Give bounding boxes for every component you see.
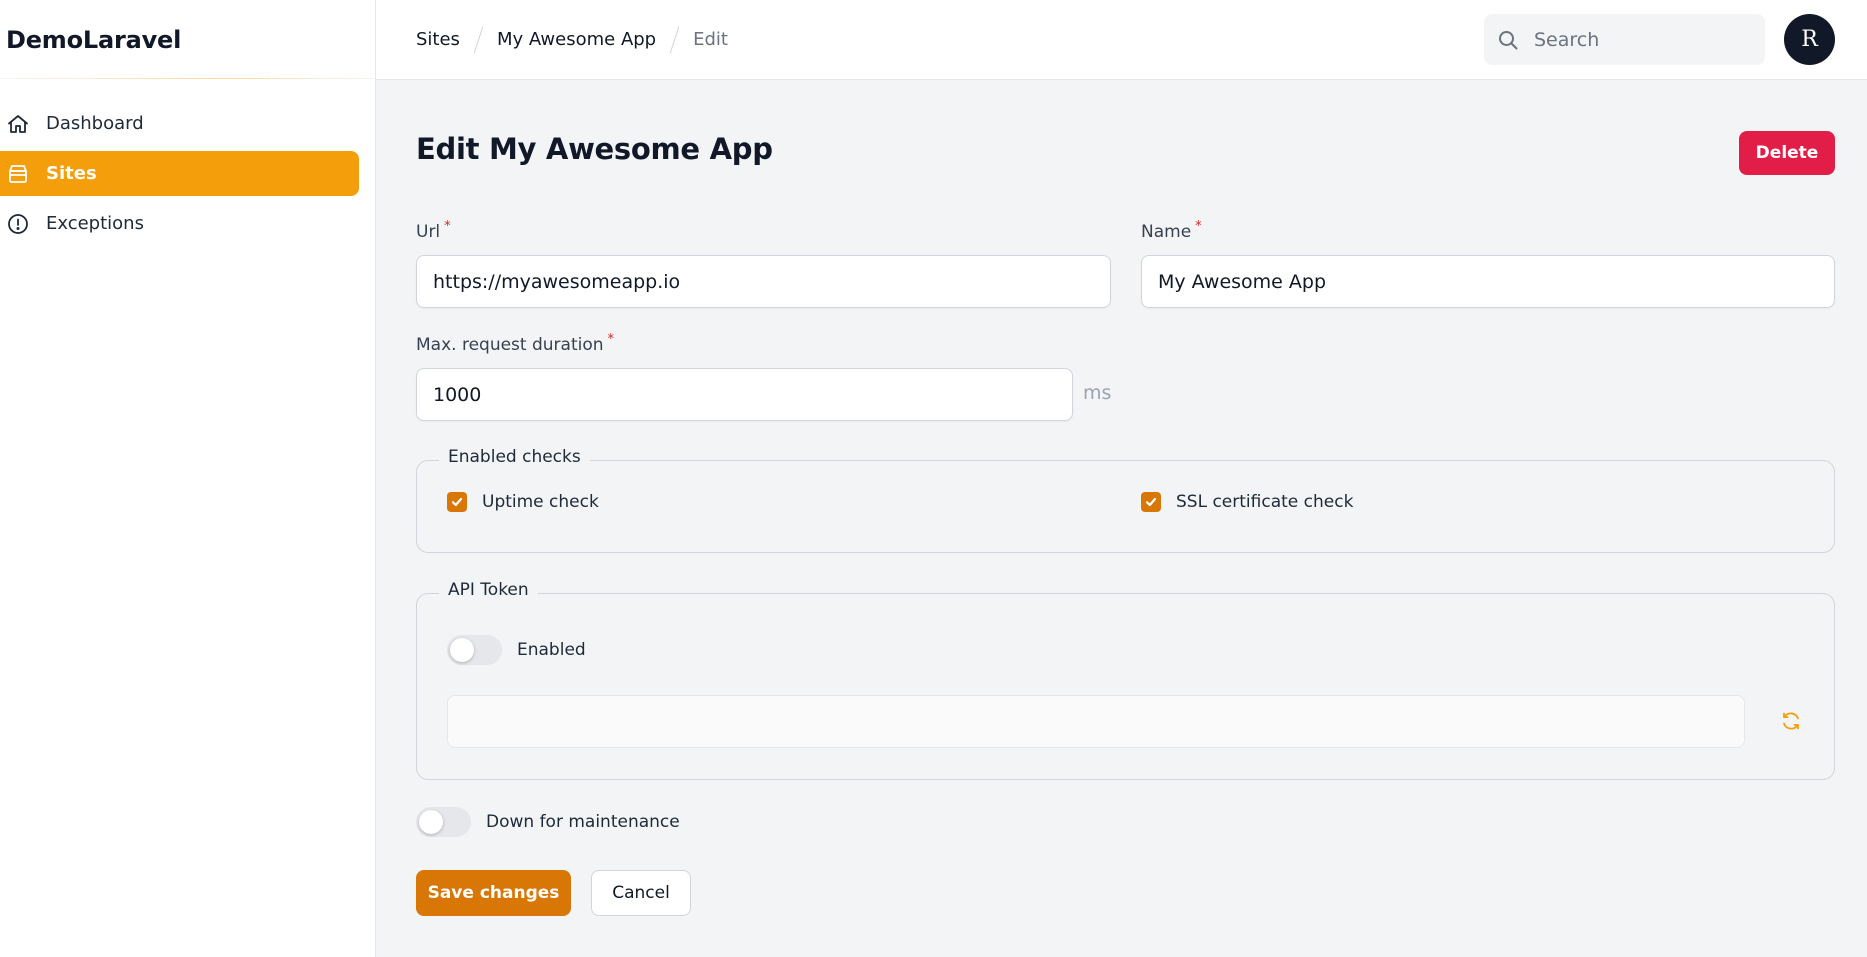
enabled-checks-fieldset: Enabled checks Uptime check SSL certific… <box>416 447 1835 553</box>
name-label: Name * <box>1141 219 1202 242</box>
enabled-checks-legend: Enabled checks <box>439 447 590 467</box>
sidebar-item-sites[interactable]: Sites <box>0 151 359 196</box>
required-marker: * <box>607 332 615 347</box>
page-title: Edit My Awesome App <box>416 132 773 166</box>
api-token-fieldset: API Token Enabled <box>416 580 1835 780</box>
maintenance-toggle[interactable] <box>416 807 471 837</box>
breadcrumb: Sites My Awesome App Edit <box>376 26 728 54</box>
delete-button[interactable]: Delete <box>1739 131 1835 175</box>
cancel-button[interactable]: Cancel <box>591 870 691 916</box>
name-field[interactable] <box>1141 255 1835 308</box>
sidebar-item-label: Sites <box>46 163 97 184</box>
sidebar-item-label: Exceptions <box>46 213 144 234</box>
search-input[interactable] <box>1534 28 1734 51</box>
ssl-check-label: SSL certificate check <box>1176 492 1354 512</box>
breadcrumb-separator <box>669 26 680 53</box>
breadcrumb-separator <box>473 26 484 53</box>
api-token-field[interactable] <box>447 695 1745 748</box>
breadcrumb-site[interactable]: My Awesome App <box>497 29 656 50</box>
home-icon <box>6 112 30 136</box>
main-content: Edit My Awesome App Delete Url* Name* Ma… <box>376 80 1867 957</box>
uptime-check-label: Uptime check <box>482 492 599 512</box>
sidebar-item-dashboard[interactable]: Dashboard <box>0 101 359 146</box>
archive-box-icon <box>6 162 30 186</box>
max-duration-field[interactable] <box>416 368 1073 421</box>
sidebar-item-exceptions[interactable]: Exceptions <box>0 201 359 246</box>
toggle-knob <box>419 810 443 834</box>
api-token-enabled-option[interactable]: Enabled <box>447 635 586 665</box>
url-label: Url * <box>416 219 451 242</box>
search-box[interactable] <box>1484 14 1765 65</box>
uptime-check-option[interactable]: Uptime check <box>447 492 599 512</box>
api-token-enabled-label: Enabled <box>517 640 586 660</box>
ssl-checkbox[interactable] <box>1141 492 1161 512</box>
check-icon <box>1145 497 1157 507</box>
search-icon <box>1496 28 1520 52</box>
maintenance-label: Down for maintenance <box>486 812 680 832</box>
api-token-legend: API Token <box>439 580 538 600</box>
breadcrumb-sites[interactable]: Sites <box>416 29 460 50</box>
exclamation-circle-icon <box>6 212 30 236</box>
sidebar-item-label: Dashboard <box>46 113 144 134</box>
max-duration-label: Max. request duration * <box>416 332 615 355</box>
breadcrumb-current: Edit <box>693 29 728 50</box>
required-marker: * <box>444 219 451 234</box>
ssl-check-option[interactable]: SSL certificate check <box>1141 492 1353 512</box>
url-field[interactable] <box>416 255 1111 308</box>
uptime-checkbox[interactable] <box>447 492 467 512</box>
sidebar: DemoLaravel Dashboard Sites Exceptions <box>0 0 376 957</box>
toggle-knob <box>450 638 474 662</box>
check-icon <box>451 497 463 507</box>
regenerate-token-icon[interactable] <box>1779 709 1803 733</box>
maintenance-option[interactable]: Down for maintenance <box>416 807 680 837</box>
url-label-text: Url <box>416 222 441 242</box>
sidebar-nav: Dashboard Sites Exceptions <box>0 79 375 246</box>
api-token-toggle[interactable] <box>447 635 502 665</box>
save-changes-button[interactable]: Save changes <box>416 870 571 916</box>
max-duration-label-text: Max. request duration <box>416 335 604 355</box>
required-marker: * <box>1195 219 1202 234</box>
user-avatar[interactable]: R <box>1784 14 1835 65</box>
max-duration-unit: ms <box>1083 382 1112 404</box>
app-brand[interactable]: DemoLaravel <box>0 0 375 79</box>
name-label-text: Name <box>1141 222 1192 242</box>
top-bar: Sites My Awesome App Edit R <box>376 0 1867 80</box>
